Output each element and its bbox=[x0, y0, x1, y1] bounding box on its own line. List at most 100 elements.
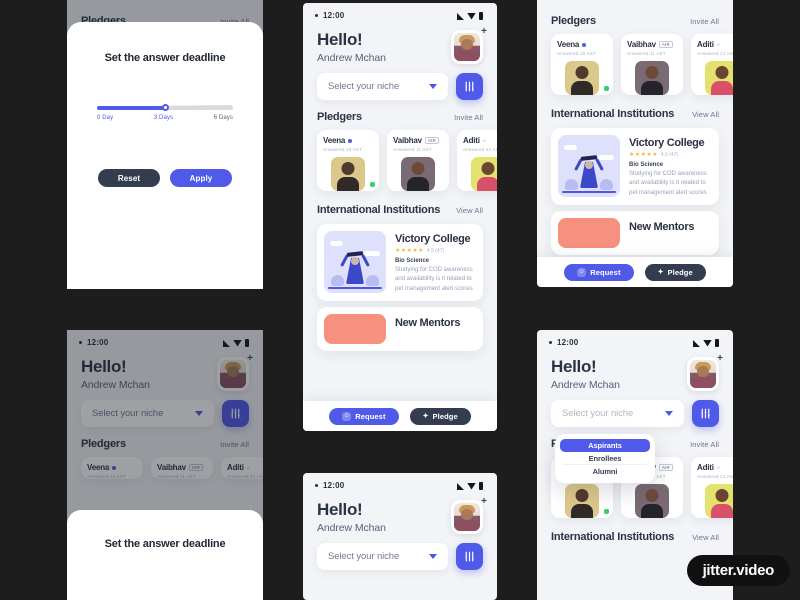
online-status-icon bbox=[370, 182, 375, 187]
filter-button[interactable] bbox=[692, 400, 719, 427]
niche-select-placeholder: Select your niche bbox=[328, 81, 400, 92]
pledger-card[interactable]: Aditi ∞ Answered 21 AST bbox=[691, 34, 733, 95]
view-all-link[interactable]: View All bbox=[456, 206, 483, 215]
apply-button[interactable]: Apply bbox=[170, 169, 232, 187]
niche-select[interactable]: Select your niche bbox=[317, 543, 448, 570]
pledge-label: Pledge bbox=[432, 411, 458, 421]
request-label: Request bbox=[355, 411, 386, 421]
section-title: Pledgers bbox=[317, 111, 362, 123]
pledger-name: Vaibhav bbox=[627, 40, 656, 49]
pledger-avatar bbox=[705, 484, 733, 518]
section-title: International Institutions bbox=[551, 108, 675, 120]
deadline-slider[interactable]: 0 Day 3 Days 6 Days bbox=[79, 104, 251, 121]
avatar[interactable]: + bbox=[687, 354, 723, 391]
pledger-card[interactable]: Vaibhav AIR Answered 11 AST bbox=[621, 34, 683, 95]
reset-button[interactable]: Reset bbox=[98, 169, 160, 187]
battery-icon bbox=[479, 481, 483, 490]
add-avatar-icon[interactable]: + bbox=[481, 27, 487, 37]
niche-select-row: Select your niche bbox=[537, 391, 733, 427]
section-title: Pledgers bbox=[551, 15, 596, 27]
pledger-card[interactable]: Vaibhav AIR Answered 11 AST bbox=[387, 130, 449, 191]
niche-select[interactable]: Select your niche bbox=[317, 73, 448, 100]
slider-knob[interactable] bbox=[161, 104, 169, 111]
niche-select[interactable]: Select your niche bbox=[551, 400, 684, 427]
institution-name: New Mentors bbox=[395, 316, 461, 329]
modal-action-buttons: Reset Apply bbox=[79, 169, 251, 187]
greeting-username: Andrew Mchan bbox=[317, 51, 386, 64]
view-all-link[interactable]: View All bbox=[692, 110, 719, 119]
add-avatar-icon[interactable]: + bbox=[481, 497, 487, 507]
niche-select-row: Select your niche bbox=[303, 64, 497, 100]
pledger-sub: Answered 11 AST bbox=[627, 51, 666, 56]
pledger-sub: Answered 21 AST bbox=[463, 147, 497, 152]
institution-list: Victory College ★★★★★ 4.5 (47) Bio Scien… bbox=[537, 120, 733, 255]
request-button[interactable]: ☺ Request bbox=[564, 263, 634, 281]
panel-deadline-top: Pledgers Invite All Veena Answered 15 AS… bbox=[67, 0, 263, 289]
signal-icon bbox=[457, 482, 464, 490]
panel-deadline-bottom: 12:00 Hello! Andrew Mchan + Select your … bbox=[67, 330, 263, 600]
pledger-avatar bbox=[565, 61, 599, 95]
institution-card-next[interactable]: New Mentors bbox=[317, 306, 483, 351]
pledge-button[interactable]: ✦ Pledge bbox=[644, 263, 706, 281]
institution-card-next[interactable]: New Mentors bbox=[551, 210, 719, 255]
greeting-hello: Hello! bbox=[317, 500, 363, 519]
sparkle-icon: ✦ bbox=[422, 413, 429, 420]
pledger-avatar bbox=[331, 157, 365, 191]
pledger-card[interactable]: Veena Answered 15 AST bbox=[551, 34, 613, 95]
niche-select-placeholder: Select your niche bbox=[328, 551, 400, 562]
status-dot-icon bbox=[549, 341, 552, 344]
pledger-sub: Answered 15 AST bbox=[557, 51, 597, 56]
pledger-card-list: Veena Answered 15 AST Vaibhav AIR Answer… bbox=[537, 27, 733, 95]
invite-all-link[interactable]: Invite All bbox=[690, 17, 719, 26]
invite-all-link[interactable]: Invite All bbox=[454, 113, 483, 122]
avatar[interactable]: + bbox=[451, 497, 487, 534]
chevron-down-icon bbox=[429, 554, 437, 559]
rank-badge: AIR bbox=[658, 41, 673, 48]
request-button[interactable]: ☺ Request bbox=[329, 407, 399, 425]
slider-track[interactable] bbox=[97, 104, 233, 111]
institution-list: Victory College ★★★★★ 4.5 (47) Bio Scien… bbox=[303, 216, 497, 351]
dropdown-option-aspirants[interactable]: Aspirants bbox=[560, 439, 650, 452]
greeting-row: Hello! Andrew Mchan + bbox=[537, 349, 733, 391]
niche-dropdown-menu[interactable]: Aspirants Enrollees Alumni bbox=[555, 434, 655, 483]
institution-category: Bio Science bbox=[629, 162, 664, 168]
verified-dot-icon bbox=[582, 42, 587, 47]
rating-row: ★★★★★ 4.5 (47) bbox=[629, 151, 712, 159]
section-title: International Institutions bbox=[317, 204, 441, 216]
rating-row: ★★★★★ 4.5 (47) bbox=[395, 247, 476, 255]
pledger-name: Aditi bbox=[697, 40, 714, 49]
institution-illustration bbox=[558, 135, 620, 197]
add-avatar-icon[interactable]: + bbox=[717, 354, 723, 364]
pledger-card[interactable]: Aditi ∞ Answered 21 AST bbox=[691, 457, 733, 518]
rating-value: 4.5 (47) bbox=[660, 151, 679, 158]
pledger-name: Aditi bbox=[697, 463, 714, 472]
filter-button[interactable] bbox=[456, 543, 483, 570]
institution-illustration bbox=[324, 231, 386, 293]
pledger-card[interactable]: Veena Answered 15 AST bbox=[317, 130, 379, 191]
wifi-icon bbox=[703, 339, 712, 347]
institution-card[interactable]: Victory College ★★★★★ 4.5 (47) Bio Scien… bbox=[551, 128, 719, 205]
slider-track-fill bbox=[97, 106, 165, 110]
invite-all-link[interactable]: Invite All bbox=[690, 440, 719, 449]
section-header-institutions: International Institutions View All bbox=[537, 95, 733, 120]
sparkle-icon: ✦ bbox=[657, 269, 664, 276]
panel-home-scrolled: Pledgers Invite All Veena Answered 15 AS… bbox=[537, 0, 733, 287]
filter-button[interactable] bbox=[456, 73, 483, 100]
status-time: 12:00 bbox=[557, 338, 579, 347]
avatar[interactable]: + bbox=[451, 27, 487, 64]
dropdown-option-enrollees[interactable]: Enrollees bbox=[560, 452, 650, 465]
person-icon: ☺ bbox=[577, 267, 587, 277]
institution-card[interactable]: Victory College ★★★★★ 4.5 (47) Bio Scien… bbox=[317, 224, 483, 301]
pledge-button[interactable]: ✦ Pledge bbox=[409, 407, 471, 425]
pledger-card[interactable]: Aditi ∞ Answered 21 AST bbox=[457, 130, 497, 191]
status-time: 12:00 bbox=[323, 481, 345, 490]
pledger-avatar bbox=[401, 157, 435, 191]
dropdown-option-alumni[interactable]: Alumni bbox=[560, 465, 650, 478]
signal-icon bbox=[693, 339, 700, 347]
status-bar: 12:00 bbox=[303, 3, 497, 22]
section-header-pledgers: Pledgers Invite All bbox=[303, 100, 497, 123]
avatar-image bbox=[454, 503, 480, 531]
view-all-link[interactable]: View All bbox=[692, 533, 719, 542]
bottom-action-bar: ☺ Request ✦ Pledge bbox=[537, 257, 733, 287]
pledger-name: Veena bbox=[323, 136, 346, 145]
